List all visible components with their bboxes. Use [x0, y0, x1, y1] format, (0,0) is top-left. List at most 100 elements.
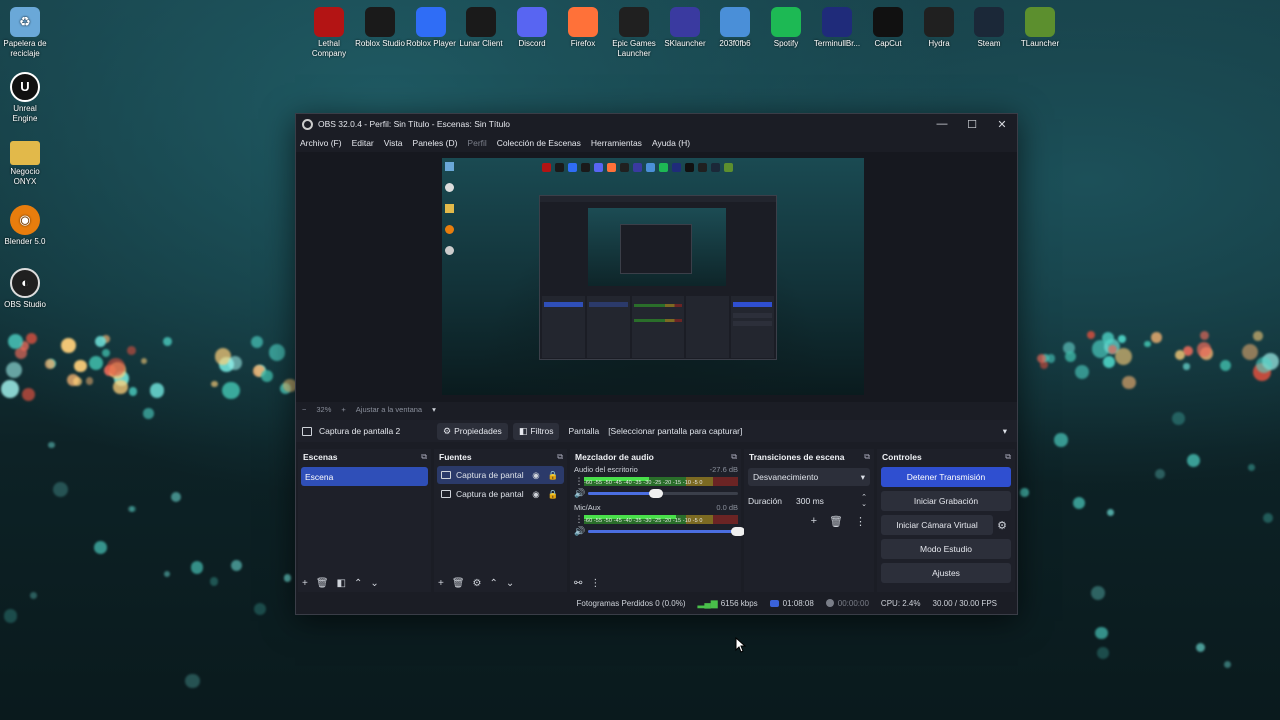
lock-icon[interactable]: 🔒 — [547, 489, 559, 500]
menu-perfil[interactable]: Perfil — [467, 138, 486, 148]
kebab-menu-icon[interactable]: ⋮ — [590, 578, 600, 589]
menu-herramientas[interactable]: Herramientas — [591, 138, 642, 148]
preview-area[interactable] — [296, 152, 1017, 402]
speaker-icon[interactable]: 🔊 — [574, 488, 588, 499]
desktop-icon-roblox-player[interactable]: Roblox Player — [406, 7, 456, 49]
fit-to-window-button[interactable]: Ajustar a la ventana — [356, 405, 422, 414]
trash-icon[interactable]: 🗑 — [829, 515, 843, 528]
screen-select[interactable]: [Seleccionar pantalla para capturar] ▾ — [606, 422, 1011, 440]
transition-select[interactable]: Desvanecimiento ▾ — [748, 468, 870, 486]
link-icon[interactable]: ⚯ — [574, 578, 582, 589]
desktop-icon-hydra[interactable]: Hydra — [914, 7, 964, 49]
volume-slider[interactable] — [588, 526, 745, 536]
arrow-down-icon[interactable]: ⌄ — [506, 578, 514, 589]
menu-vista[interactable]: Vista — [384, 138, 403, 148]
arrow-down-icon[interactable]: ⌄ — [370, 578, 378, 589]
lock-icon[interactable]: 🔒 — [547, 470, 559, 481]
kebab-menu-icon[interactable]: ⋮ — [855, 515, 866, 528]
bokeh-light — [1253, 362, 1272, 381]
undock-icon[interactable]: ⧉ — [731, 452, 737, 462]
desktop-icon-tlauncher[interactable]: TLauncher — [1015, 7, 1065, 49]
arrow-up-icon[interactable]: ⌃ — [490, 578, 498, 589]
undock-icon[interactable]: ⧉ — [1005, 452, 1011, 462]
gear-icon[interactable]: ⚙ — [473, 578, 482, 589]
desktop-icon-lunar-client[interactable]: Lunar Client — [456, 7, 506, 49]
add-icon[interactable]: + — [811, 515, 817, 528]
desktop-icon-spotify[interactable]: Spotify — [761, 7, 811, 49]
stop-streaming-button[interactable]: Detener Transmisión — [881, 467, 1011, 487]
trash-icon[interactable]: 🗑 — [316, 578, 329, 589]
trash-icon[interactable]: 🗑 — [452, 578, 465, 589]
kebab-menu-icon[interactable]: ⋮ — [574, 514, 584, 525]
kebab-menu-icon[interactable]: ⋮ — [574, 476, 584, 487]
title-bar[interactable]: OBS 32.0.4 - Perfil: Sin Título - Escena… — [296, 114, 1017, 134]
bokeh-light — [1074, 365, 1089, 380]
source-item[interactable]: Captura de pantal ◉ 🔒 — [437, 485, 564, 503]
volume-slider[interactable] — [588, 488, 738, 498]
desktop-icon-blender[interactable]: ◉ Blender 5.0 — [0, 205, 50, 247]
zoom-in-button[interactable]: + — [341, 405, 345, 414]
desktop-icon-recycle-bin[interactable]: ♻ Papelera de reciclaje — [0, 7, 50, 59]
preview-epic-games-icon — [620, 163, 629, 172]
desktop-icon-roblox-studio[interactable]: Roblox Studio — [355, 7, 405, 49]
desktop-icon-epic-games[interactable]: Epic Games Launcher — [609, 7, 659, 59]
start-recording-button[interactable]: Iniciar Grabación — [881, 491, 1011, 511]
gear-icon[interactable]: ⚙ — [993, 515, 1011, 535]
arrow-up-icon[interactable]: ⌃ — [354, 578, 362, 589]
slider-knob[interactable] — [731, 526, 745, 536]
spin-arrows-icon[interactable]: ⌃ ⌄ — [861, 494, 867, 508]
obs-window[interactable]: OBS 32.0.4 - Perfil: Sin Título - Escena… — [295, 113, 1018, 615]
scene-item[interactable]: Escena — [301, 467, 428, 486]
desktop-icon-terminull[interactable]: TerminullBr... — [812, 7, 862, 49]
desktop-icon-steam[interactable]: Steam — [964, 7, 1014, 49]
add-icon[interactable]: + — [438, 578, 444, 589]
filter-icon[interactable]: ◧ — [337, 578, 346, 589]
speaker-icon[interactable]: 🔊 — [574, 526, 588, 537]
screen-label: Pantalla — [568, 426, 600, 436]
desktop-icon-negocio-onyx[interactable]: Negocio ONYX — [0, 137, 50, 187]
desktop-icon-sklauncher[interactable]: SKlauncher — [660, 7, 710, 49]
properties-button[interactable]: ⚙ Propiedades — [437, 422, 508, 440]
eye-icon[interactable]: ◉ — [530, 470, 542, 481]
studio-mode-button[interactable]: Modo Estudio — [881, 539, 1011, 559]
desktop-icon-unreal-engine[interactable]: U Unreal Engine — [0, 72, 50, 124]
bokeh-light — [1186, 454, 1200, 468]
source-item[interactable]: Captura de pantal ◉ 🔒 — [437, 466, 564, 484]
minimize-icon[interactable]: — — [927, 114, 957, 134]
preview-desktop-icons — [542, 160, 792, 174]
menu-archivo[interactable]: Archivo (F) — [300, 138, 342, 148]
live-time: 01:08:08 — [782, 598, 814, 608]
duration-spinbox[interactable]: 300 ms ⌃ ⌄ — [788, 492, 870, 509]
bokeh-light — [1196, 642, 1206, 653]
desktop-icon-lethal-company[interactable]: Lethal Company — [304, 7, 354, 59]
menu-paneles[interactable]: Paneles (D) — [413, 138, 458, 148]
bokeh-light — [61, 338, 76, 353]
eye-icon[interactable]: ◉ — [530, 489, 542, 500]
menu-ayuda[interactable]: Ayuda (H) — [652, 138, 690, 148]
settings-button[interactable]: Ajustes — [881, 563, 1011, 583]
undock-icon[interactable]: ⧉ — [421, 452, 427, 462]
desktop-icon-label: 203f0fb6 — [719, 39, 751, 48]
start-virtual-camera-button[interactable]: Iniciar Cámara Virtual — [881, 515, 993, 535]
desktop-icon-file[interactable]: 203f0fb6 — [710, 7, 760, 49]
slider-knob[interactable] — [648, 488, 663, 498]
close-icon[interactable]: ✕ — [987, 114, 1017, 134]
zoom-out-button[interactable]: − — [302, 405, 306, 414]
desktop-icon-discord[interactable]: Discord — [507, 7, 557, 49]
program-preview[interactable] — [442, 158, 864, 395]
desktop-icon-firefox[interactable]: Firefox — [558, 7, 608, 49]
menu-editar[interactable]: Editar — [352, 138, 374, 148]
desktop-icon-capcut[interactable]: CapCut — [863, 7, 913, 49]
undock-icon[interactable]: ⧉ — [864, 452, 870, 462]
add-icon[interactable]: + — [302, 578, 308, 589]
roblox-studio-icon — [365, 7, 395, 37]
filters-button[interactable]: ◧ Filtros — [512, 422, 560, 440]
blender-icon: ◉ — [10, 205, 40, 235]
desktop-icon-obs-studio[interactable]: ◐ OBS Studio — [0, 268, 50, 310]
menu-coleccion-escenas[interactable]: Colección de Escenas — [497, 138, 581, 148]
undock-icon[interactable]: ⧉ — [557, 452, 563, 462]
channel-db: -27.6 dB — [709, 465, 738, 474]
chevron-down-icon[interactable]: ▾ — [432, 405, 436, 414]
maximize-icon[interactable]: ☐ — [957, 114, 987, 134]
desktop-icon-label: Papelera de reciclaje — [3, 39, 47, 58]
